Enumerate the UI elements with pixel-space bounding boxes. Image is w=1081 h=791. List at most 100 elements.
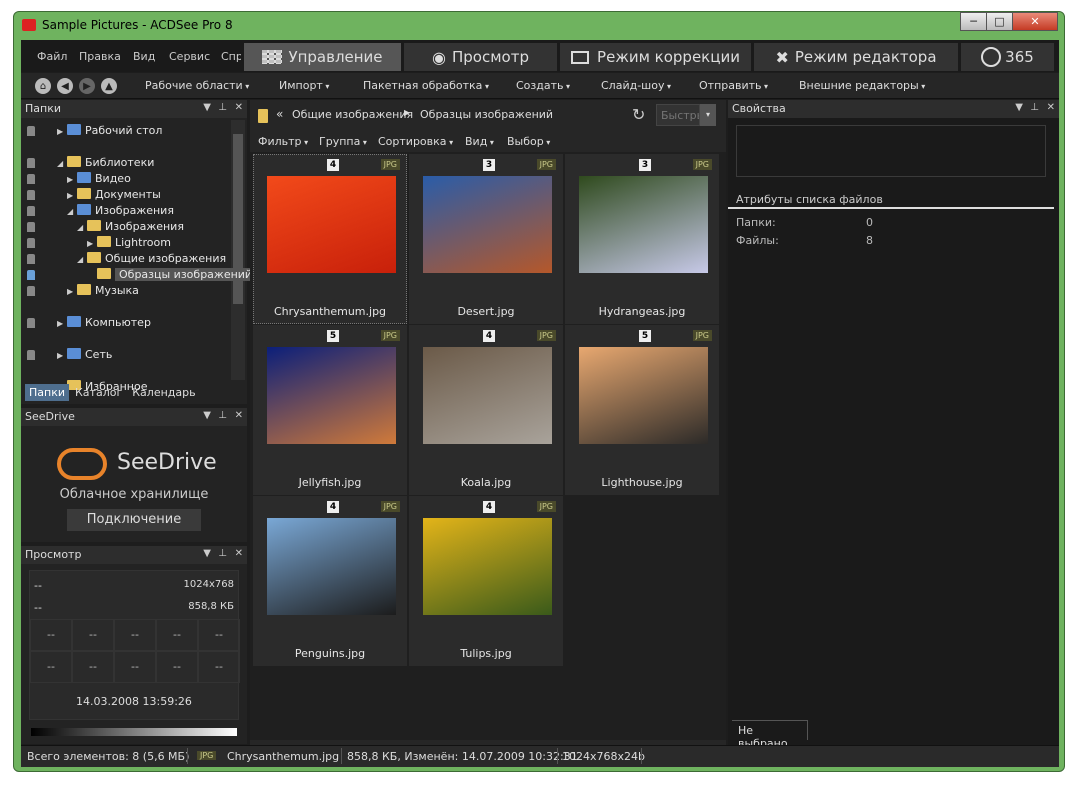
tree-item[interactable]: ▶ Компьютер [27,316,151,332]
expand-arrow-icon[interactable]: ▶ [87,239,97,248]
thumbnail-chrysanthemum[interactable]: 4 JPG Chrysanthemum.jpg [253,154,407,324]
tab-365[interactable]: 365 [960,42,1055,72]
pin-icon[interactable] [27,286,35,296]
tree-item[interactable]: ◢ Изображения [27,204,174,220]
tree-item[interactable]: ◢ Общие изображения [27,252,226,268]
expand-arrow-icon[interactable]: ▶ [67,175,77,184]
folders-panel: Папки ▼ ⊥ ✕ ▶ Рабочий стол ◢ Библиотеки ▶ Вид… [21,100,257,404]
tree-item[interactable]: ◢ Библиотеки [27,156,154,172]
breadcrumb-back[interactable]: « [276,107,283,121]
tab-calendar[interactable]: Календарь [128,384,199,401]
import-menu[interactable]: Импорт [279,79,329,92]
batch-menu[interactable]: Пакетная обработка [363,79,489,92]
tab-view[interactable]: ◉ Просмотр [403,42,558,72]
pin-icon[interactable] [27,222,35,232]
pin-icon[interactable] [27,318,35,328]
workspaces-menu[interactable]: Рабочие области [145,79,249,92]
seedrive-connect-button[interactable]: Подключение [67,509,201,531]
expand-arrow-icon[interactable]: ◢ [57,159,67,168]
pin-icon[interactable] [27,158,35,168]
refresh-icon[interactable]: ↻ [632,105,645,124]
send-menu[interactable]: Отправить [699,79,768,92]
pin-icon[interactable]: ⊥ [218,548,227,559]
panel-close-icon[interactable]: ✕ [235,548,243,559]
search-dropdown-icon[interactable]: ▾ [700,104,716,126]
expand-arrow-icon[interactable]: ▶ [57,127,67,136]
back-icon[interactable]: ◀ [57,78,73,94]
forward-icon[interactable]: ▶ [79,78,95,94]
maximize-button[interactable]: □ [986,12,1013,31]
thumbnail-lighthouse[interactable]: 5 JPG Lighthouse.jpg [565,325,719,495]
thumbnail-desert[interactable]: 3 JPG Desert.jpg [409,154,563,324]
title-bar: Sample Pictures - ACDSee Pro 8 ─ □ ✕ [14,12,1064,40]
expand-arrow-icon[interactable]: ◢ [77,223,87,232]
pin-icon[interactable] [27,238,35,248]
tab-folders[interactable]: Папки [25,384,69,401]
folder-icon [87,252,101,263]
pin-icon[interactable] [27,174,35,184]
pin-icon[interactable] [27,270,35,280]
menu-help[interactable]: Спр [221,50,241,63]
tab-develop[interactable]: Режим коррекции [559,42,752,72]
pin-icon[interactable]: ⊥ [218,410,227,421]
expand-arrow-icon[interactable]: ▶ [57,319,67,328]
expand-arrow-icon[interactable]: ◢ [77,255,87,264]
menu-file[interactable]: Файл [37,50,67,63]
external-editors-menu[interactable]: Внешние редакторы [799,79,925,92]
folders-scrollbar[interactable] [231,120,245,380]
panel-close-icon[interactable]: ✕ [235,102,243,113]
expand-arrow-icon[interactable]: ◢ [67,207,77,216]
panel-close-icon[interactable]: ✕ [1047,102,1055,113]
pin-icon[interactable] [27,350,35,360]
home-icon[interactable]: ⌂ [35,78,51,94]
preview-header: Просмотр ▼ ⊥ ✕ [21,546,247,564]
filter-menu[interactable]: Фильтр [258,135,308,148]
close-button[interactable]: ✕ [1012,12,1058,31]
expand-arrow-icon[interactable]: ▶ [67,191,77,200]
create-menu[interactable]: Создать [516,79,570,92]
tree-item[interactable]: ◢ Изображения [27,220,184,236]
thumbnail-tulips[interactable]: 4 JPG Tulips.jpg [409,496,563,666]
panel-menu-icon[interactable]: ▼ [203,410,211,421]
pin-icon[interactable]: ⊥ [218,102,227,113]
tab-catalog[interactable]: Каталог [71,384,126,401]
pin-icon[interactable]: ⊥ [1030,102,1039,113]
menu-tools[interactable]: Сервис [169,50,210,63]
expand-arrow-icon[interactable]: ▶ [57,351,67,360]
minimize-button[interactable]: ─ [960,12,987,31]
tree-item[interactable]: Образцы изображений [27,268,257,284]
quick-search-input[interactable] [656,104,700,126]
panel-menu-icon[interactable]: ▼ [1015,102,1023,113]
up-icon[interactable]: ▲ [101,78,117,94]
tree-item[interactable]: ▶ Сеть [27,348,112,364]
tree-item[interactable]: ▶ Видео [27,172,131,188]
tree-item[interactable]: ▶ Lightroom [27,236,171,252]
sort-menu[interactable]: Сортировка [378,135,453,148]
thumbnail-hydrangeas[interactable]: 3 JPG Hydrangeas.jpg [565,154,719,324]
panel-menu-icon[interactable]: ▼ [203,102,211,113]
pin-icon[interactable] [27,126,35,136]
menu-view[interactable]: Вид [133,50,155,63]
thumbnail-jellyfish[interactable]: 5 JPG Jellyfish.jpg [253,325,407,495]
tab-not-selected[interactable]: Не выбрано [732,720,808,750]
menu-edit[interactable]: Правка [79,50,121,63]
tree-item[interactable]: ▶ Рабочий стол [27,124,162,140]
expand-arrow-icon[interactable]: ▶ [67,287,77,296]
pin-icon[interactable] [27,190,35,200]
tree-item[interactable]: ▶ Документы [27,188,161,204]
breadcrumb-item-1[interactable]: Общие изображения [292,108,413,121]
tab-manage[interactable]: Управление [243,42,402,72]
thumbnail-penguins[interactable]: 4 JPG Penguins.jpg [253,496,407,666]
thumbnail-koala[interactable]: 4 JPG Koala.jpg [409,325,563,495]
panel-menu-icon[interactable]: ▼ [203,548,211,559]
view-menu[interactable]: Вид [465,135,494,148]
breadcrumb-item-2[interactable]: Образцы изображений [420,108,553,121]
pin-icon[interactable] [27,254,35,264]
pin-icon[interactable] [27,206,35,216]
tree-item[interactable]: ▶ Музыка [27,284,139,300]
group-menu[interactable]: Группа [319,135,367,148]
slideshow-menu[interactable]: Слайд-шоу [601,79,671,92]
panel-close-icon[interactable]: ✕ [235,410,243,421]
select-menu[interactable]: Выбор [507,135,550,148]
tab-edit[interactable]: ✖ Режим редактора [753,42,959,72]
